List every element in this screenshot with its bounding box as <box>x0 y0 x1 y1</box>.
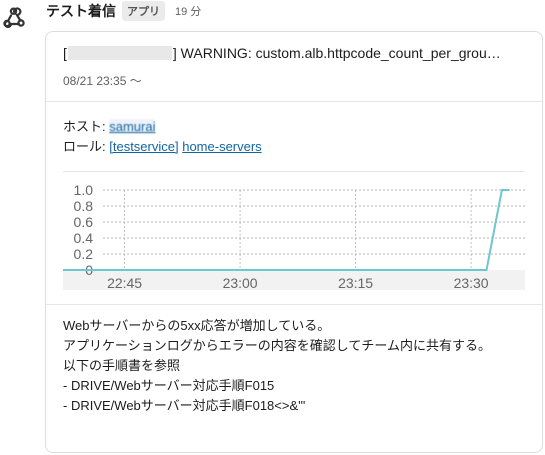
message-line: - DRIVE/Webサーバー対応手順F018<>&'" <box>63 398 306 413</box>
message-line: 以下の手順書を参照 <box>63 358 181 373</box>
series-line <box>63 189 510 271</box>
redacted-block <box>67 46 172 60</box>
title-prefix: [ <box>63 45 67 61</box>
message-line: Webサーバーからの5xx応答が増加している。 <box>63 318 331 333</box>
role-label: ロール: <box>63 139 110 154</box>
alert-date: 08/21 23:35 ～ <box>63 74 142 88</box>
x-tick-label: 23:00 <box>223 275 258 290</box>
alert-info: ホスト: samurai ロール: [testservice] home-ser… <box>63 117 262 157</box>
message-header: テスト着信 アプリ 19 分 <box>46 0 201 22</box>
x-tick-label: 22:45 <box>107 275 142 290</box>
webhook-icon <box>2 6 26 30</box>
y-tick-label: 1.0 <box>74 182 94 198</box>
message-line: アプリケーションログからエラーの内容を確認してチーム内に共有する。 <box>63 338 491 353</box>
metric-chart[interactable]: 1.0 0.8 0.6 0.4 0.2 0 22:45 23:00 23:15 23:30 <box>63 171 525 290</box>
alert-title[interactable]: [ ] WARNING: custom.alb.httpcode_count_pe… <box>63 45 501 61</box>
host-row: ホスト: samurai <box>63 117 262 137</box>
role-link-role[interactable]: home-servers <box>182 139 261 154</box>
x-tick-label: 23:15 <box>338 275 373 290</box>
timestamp[interactable]: 19 分 <box>175 3 201 19</box>
alert-header: [ ] WARNING: custom.alb.httpcode_count_pe… <box>46 32 542 102</box>
y-tick-label: 0.6 <box>74 214 94 230</box>
chart-svg: 1.00.80.60.40.2022:45 23:00 23:15 23:30 <box>63 182 525 290</box>
y-tick-label: 0.8 <box>74 198 94 214</box>
alert-card: [ ] WARNING: custom.alb.httpcode_count_pe… <box>45 31 543 453</box>
app-badge: アプリ <box>122 1 165 21</box>
y-tick-label: 0.2 <box>74 246 94 262</box>
y-tick-label: 0.4 <box>74 230 94 246</box>
message-line: - DRIVE/Webサーバー対応手順F015 <box>63 378 275 393</box>
role-link-service[interactable]: [testservice] <box>109 139 178 154</box>
role-row: ロール: [testservice] home-servers <box>63 137 262 157</box>
host-label: ホスト: <box>63 119 110 134</box>
title-text: ] WARNING: custom.alb.httpcode_count_per… <box>172 45 501 61</box>
sender-name[interactable]: テスト着信 <box>46 1 116 21</box>
x-tick-label: 23:30 <box>454 275 489 290</box>
host-link[interactable]: samurai <box>109 119 156 134</box>
alert-message: Webサーバーからの5xx応答が増加している。 アプリケーションログからエラーの… <box>46 304 542 416</box>
